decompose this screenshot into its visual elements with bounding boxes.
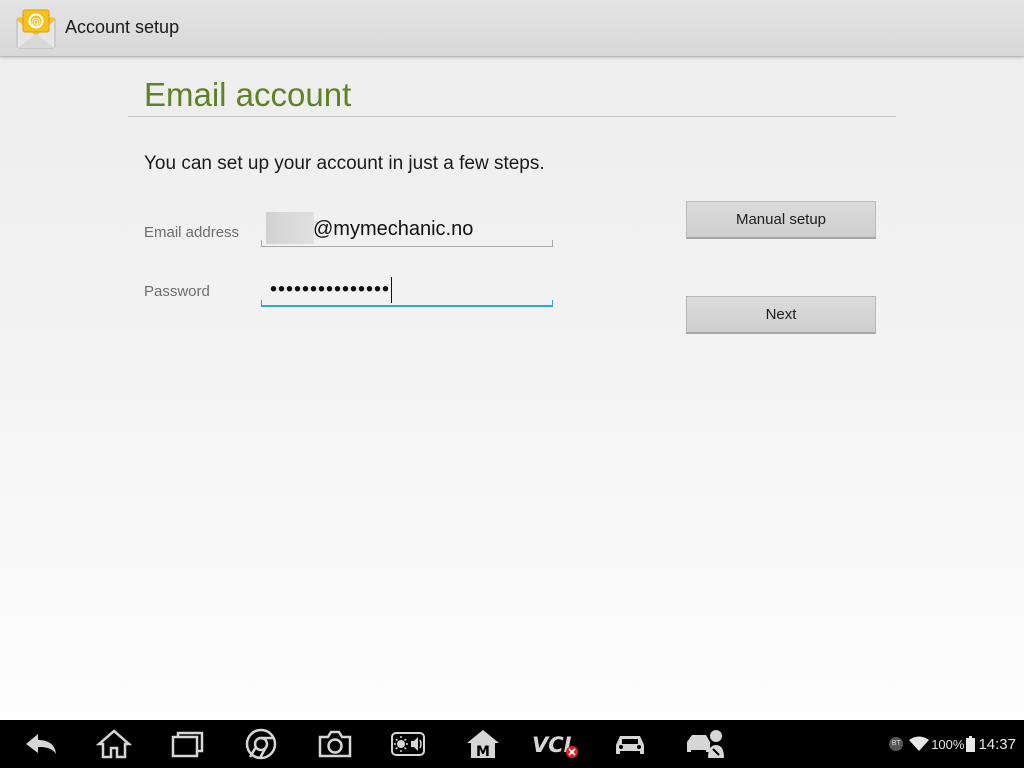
redacted-username xyxy=(266,212,314,244)
navigation-bar: M VCI BT 100% 14:37 xyxy=(0,720,1024,768)
vci-icon[interactable]: VCI xyxy=(530,728,580,760)
svg-text:M: M xyxy=(476,744,490,760)
field-underline-edge xyxy=(261,300,262,307)
next-button[interactable]: Next xyxy=(686,296,876,334)
display-volume-icon[interactable] xyxy=(390,728,426,760)
password-label: Password xyxy=(144,283,210,300)
remote-support-icon[interactable] xyxy=(684,728,726,760)
bluetooth-icon: BT xyxy=(889,737,904,751)
manual-setup-button[interactable]: Manual setup xyxy=(686,201,876,239)
maxifix-icon[interactable]: M xyxy=(465,728,501,760)
email-app-icon[interactable]: @ xyxy=(14,8,58,50)
app-title: Account setup xyxy=(65,17,180,37)
action-bar: @ Account setup xyxy=(0,0,1024,57)
clock: 14:37 xyxy=(978,735,1016,753)
field-underline-edge xyxy=(552,240,553,246)
text-cursor xyxy=(391,277,393,303)
vehicle-icon[interactable] xyxy=(612,728,648,760)
email-label: Email address xyxy=(144,224,240,241)
password-field[interactable]: ••••••••••••••• xyxy=(261,271,553,307)
camera-icon[interactable] xyxy=(317,728,353,760)
email-value: @mymechanic.no xyxy=(313,218,474,240)
email-field[interactable]: @mymechanic.no xyxy=(261,211,553,247)
password-value-wrap: ••••••••••••••• xyxy=(270,277,393,303)
recent-apps-icon[interactable] xyxy=(169,728,205,760)
home-icon[interactable] xyxy=(95,728,133,760)
page-title: Email account xyxy=(144,76,352,113)
battery-icon xyxy=(966,736,976,752)
heading-divider xyxy=(128,116,896,117)
battery-percent: 100% xyxy=(931,736,965,752)
svg-text:@: @ xyxy=(31,17,41,28)
status-area: BT 100% 14:37 xyxy=(889,720,1016,768)
intro-text: You can set up your account in just a fe… xyxy=(144,153,545,174)
field-underline-edge xyxy=(261,240,262,246)
back-icon[interactable] xyxy=(22,728,58,760)
wifi-icon xyxy=(909,736,930,752)
field-underline-edge xyxy=(552,300,553,307)
vci-label: VCI xyxy=(532,733,572,757)
password-value: ••••••••••••••• xyxy=(270,278,391,301)
chrome-icon[interactable] xyxy=(243,728,279,760)
